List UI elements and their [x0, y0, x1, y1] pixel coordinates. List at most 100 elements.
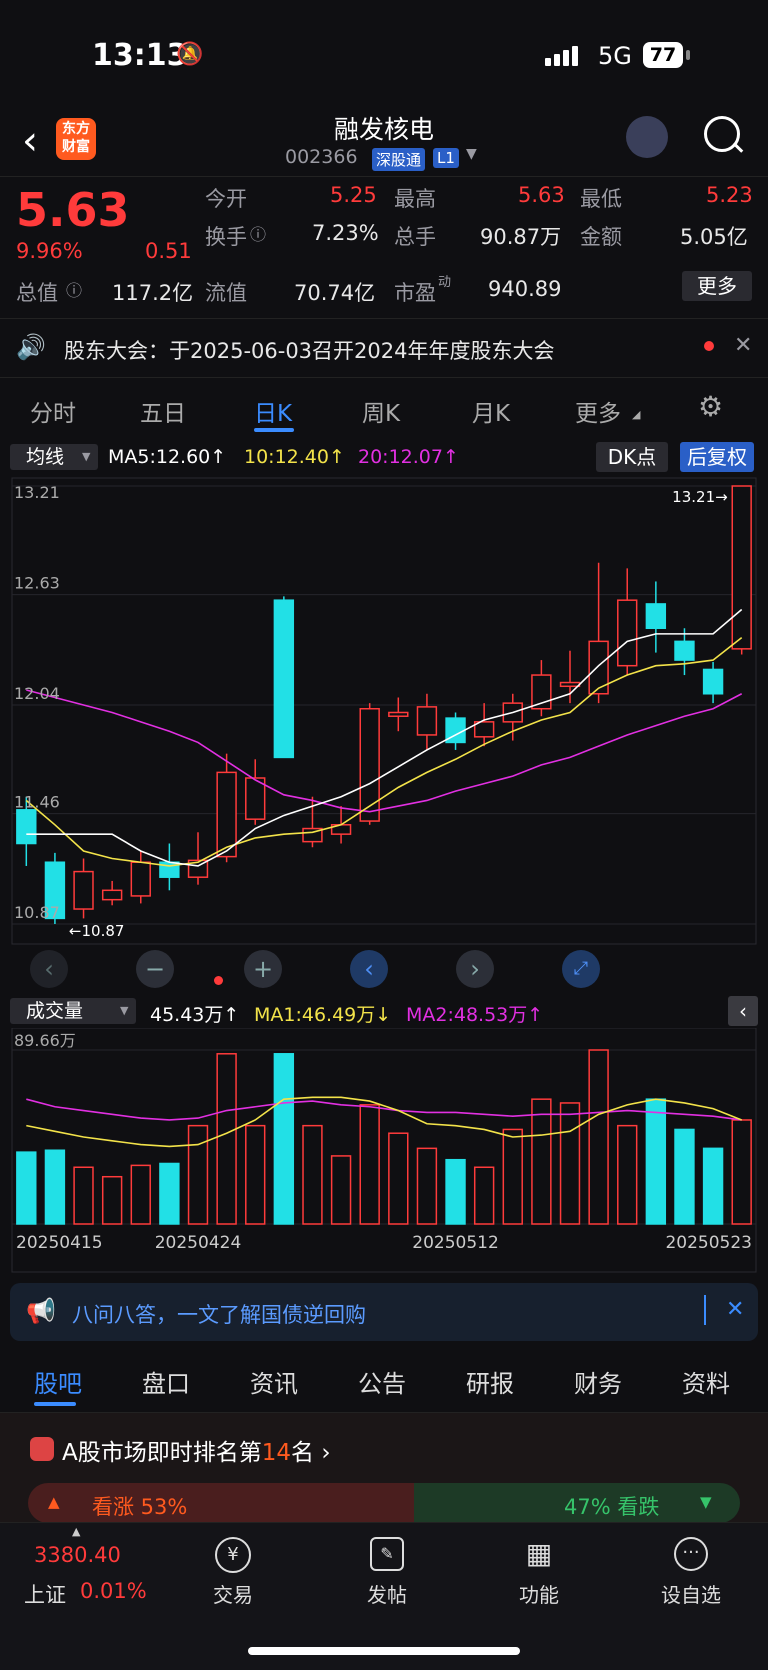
rank-suffix: 名 — [291, 1440, 315, 1466]
rank-number: 14 — [261, 1440, 292, 1466]
turnover-value: 7.23% — [312, 221, 379, 245]
signal-icon — [545, 46, 581, 66]
volume-bar — [130, 1164, 151, 1225]
float-value: 70.74亿 — [294, 281, 376, 305]
volume-bar — [101, 1175, 123, 1225]
volume-bar — [302, 1124, 323, 1225]
volume-bar — [187, 1124, 209, 1225]
open-label: 今开 — [205, 187, 247, 211]
close-icon[interactable]: ✕ — [734, 333, 752, 358]
candle-body — [16, 809, 37, 845]
unread-dot — [704, 341, 714, 351]
volume-ma2: MA2:48.53万↑ — [406, 1004, 544, 1026]
tab-profile[interactable]: 资料 — [682, 1364, 730, 1399]
fullscreen-icon[interactable]: ⤢ — [562, 950, 600, 988]
low-value: 5.23 — [706, 183, 753, 207]
next-button[interactable]: › — [456, 950, 494, 988]
volume-bar — [445, 1158, 466, 1225]
more-button[interactable]: 更多 — [682, 271, 752, 301]
trade-icon[interactable]: ¥ — [215, 1537, 251, 1573]
volume-bar — [702, 1147, 724, 1225]
volume-select[interactable]: 成交量 — [10, 998, 136, 1024]
home-indicator — [248, 1647, 520, 1655]
rank-text[interactable]: A股市场即时排名第14名 › — [62, 1433, 331, 1467]
post-icon[interactable]: ✎ — [370, 1537, 404, 1571]
info-icon[interactable]: ⓘ — [66, 277, 82, 301]
zoom-in-button[interactable]: + — [244, 950, 282, 988]
x-axis-label: 20250512 — [412, 1233, 499, 1253]
caret-down-icon: ▼ — [82, 450, 91, 463]
ma20-value: 20:12.07↑ — [358, 446, 459, 468]
function-grid-icon[interactable]: ▦ — [522, 1537, 556, 1571]
bull-bar[interactable] — [28, 1483, 414, 1523]
rank-panel: A股市场即时排名第14名 › ▲ 看涨 53% 47% 看跌 ▼ — [0, 1413, 768, 1523]
nav-trade[interactable]: 交易 — [193, 1579, 273, 1608]
caret-down-icon[interactable]: ▼ — [466, 146, 477, 162]
volume-ma2-line — [26, 1098, 742, 1121]
volume-bar — [473, 1166, 495, 1225]
tab-day[interactable]: 日K — [254, 394, 292, 428]
tab-5day[interactable]: 五日 — [140, 394, 186, 428]
change-amount: 0.51 — [145, 239, 192, 263]
candle-body — [645, 603, 667, 630]
content-tabs: 股吧 盘口 资讯 公告 研报 财务 资料 — [0, 1350, 768, 1413]
tab-pankou[interactable]: 盘口 — [142, 1364, 190, 1399]
tab-guba[interactable]: 股吧 — [34, 1364, 82, 1399]
tab-more[interactable]: 更多 — [575, 394, 621, 428]
volume-bar — [73, 1166, 94, 1225]
volume-bar — [44, 1149, 66, 1225]
speaker-icon: 🔊 — [16, 333, 46, 361]
dk-point-button[interactable]: DK点 — [596, 442, 668, 472]
zoom-out-button[interactable]: − — [136, 950, 174, 988]
volume-bar — [731, 1119, 752, 1225]
prev-button[interactable]: ‹ — [350, 950, 388, 988]
candle-body — [617, 599, 638, 667]
candle-body — [731, 485, 752, 650]
settings-gear-icon[interactable]: ⚙ — [698, 390, 723, 423]
ma20-line — [26, 689, 743, 813]
index-name: 上证 — [24, 1583, 66, 1607]
news-text: 八问八答，一文了解国债逆回购 — [72, 1303, 366, 1327]
candle-body — [359, 707, 380, 822]
high-value: 5.63 — [518, 183, 565, 207]
left-edge-button[interactable]: ‹ — [30, 950, 68, 988]
nav-watchlist[interactable]: 设自选 — [651, 1579, 731, 1608]
assistant-icon[interactable] — [626, 116, 668, 158]
tab-news[interactable]: 资讯 — [250, 1364, 298, 1399]
volume-legend-bar: 成交量 ▼ 45.43万↑ MA1:46.49万↓ MA2:48.53万↑ ‹ — [0, 994, 768, 1028]
ma5-value: MA5:12.60↑ — [108, 446, 227, 468]
nav-post[interactable]: 发帖 — [347, 1579, 427, 1608]
notice-bar[interactable]: 🔊 股东大会：于2025-06-03召开2024年年度股东大会 ✕ — [0, 318, 768, 378]
kline-chart[interactable]: 13.21 12.63 12.04 11.46 10.87 13.21→ ←10.87 — [0, 474, 768, 994]
bull-text: 看涨 53% — [92, 1495, 188, 1519]
index-pct: 0.01% — [80, 1579, 147, 1603]
float-label: 流值 — [205, 281, 247, 305]
amount-label: 金额 — [580, 225, 622, 249]
bear-text: 47% 看跌 — [564, 1495, 660, 1519]
nav-function[interactable]: 功能 — [499, 1579, 579, 1608]
tab-week[interactable]: 周K — [362, 394, 400, 428]
x-axis-label: 20250415 — [16, 1233, 103, 1253]
period-tabs: 分时 五日 日K 周K 月K 更多 ◢ ⚙ — [0, 378, 768, 438]
volume-bar — [645, 1098, 667, 1225]
tab-finance[interactable]: 财务 — [574, 1364, 622, 1399]
tab-research[interactable]: 研报 — [466, 1364, 514, 1399]
info-icon[interactable]: ⓘ — [250, 221, 266, 245]
status-bar: 13:13 🔕 5G 77 — [0, 0, 768, 110]
adjust-button[interactable]: 后复权 — [680, 442, 754, 472]
close-icon[interactable]: ✕ — [726, 1297, 744, 1322]
news-banner[interactable]: 📢 八问八答，一文了解国债逆回购 ✕ — [10, 1283, 758, 1341]
volume-bar — [159, 1162, 180, 1225]
ma10-line — [25, 636, 743, 867]
index-value[interactable]: 3380.40 — [34, 1543, 121, 1567]
volume-current: 45.43万↑ — [150, 1004, 240, 1026]
tab-announcement[interactable]: 公告 — [358, 1364, 406, 1399]
y-tick-label: 10.87 — [14, 903, 60, 922]
tab-month[interactable]: 月K — [472, 394, 510, 428]
tab-minute[interactable]: 分时 — [30, 394, 76, 428]
candle-body — [130, 861, 151, 897]
tag-connect: 深股通 — [372, 148, 426, 171]
volume-chart[interactable]: 89.66万 20250415 20250424 20250512 20250523 — [0, 1028, 768, 1273]
collapse-icon[interactable]: ‹ — [728, 996, 758, 1026]
more-icon[interactable]: ··· — [674, 1537, 708, 1571]
